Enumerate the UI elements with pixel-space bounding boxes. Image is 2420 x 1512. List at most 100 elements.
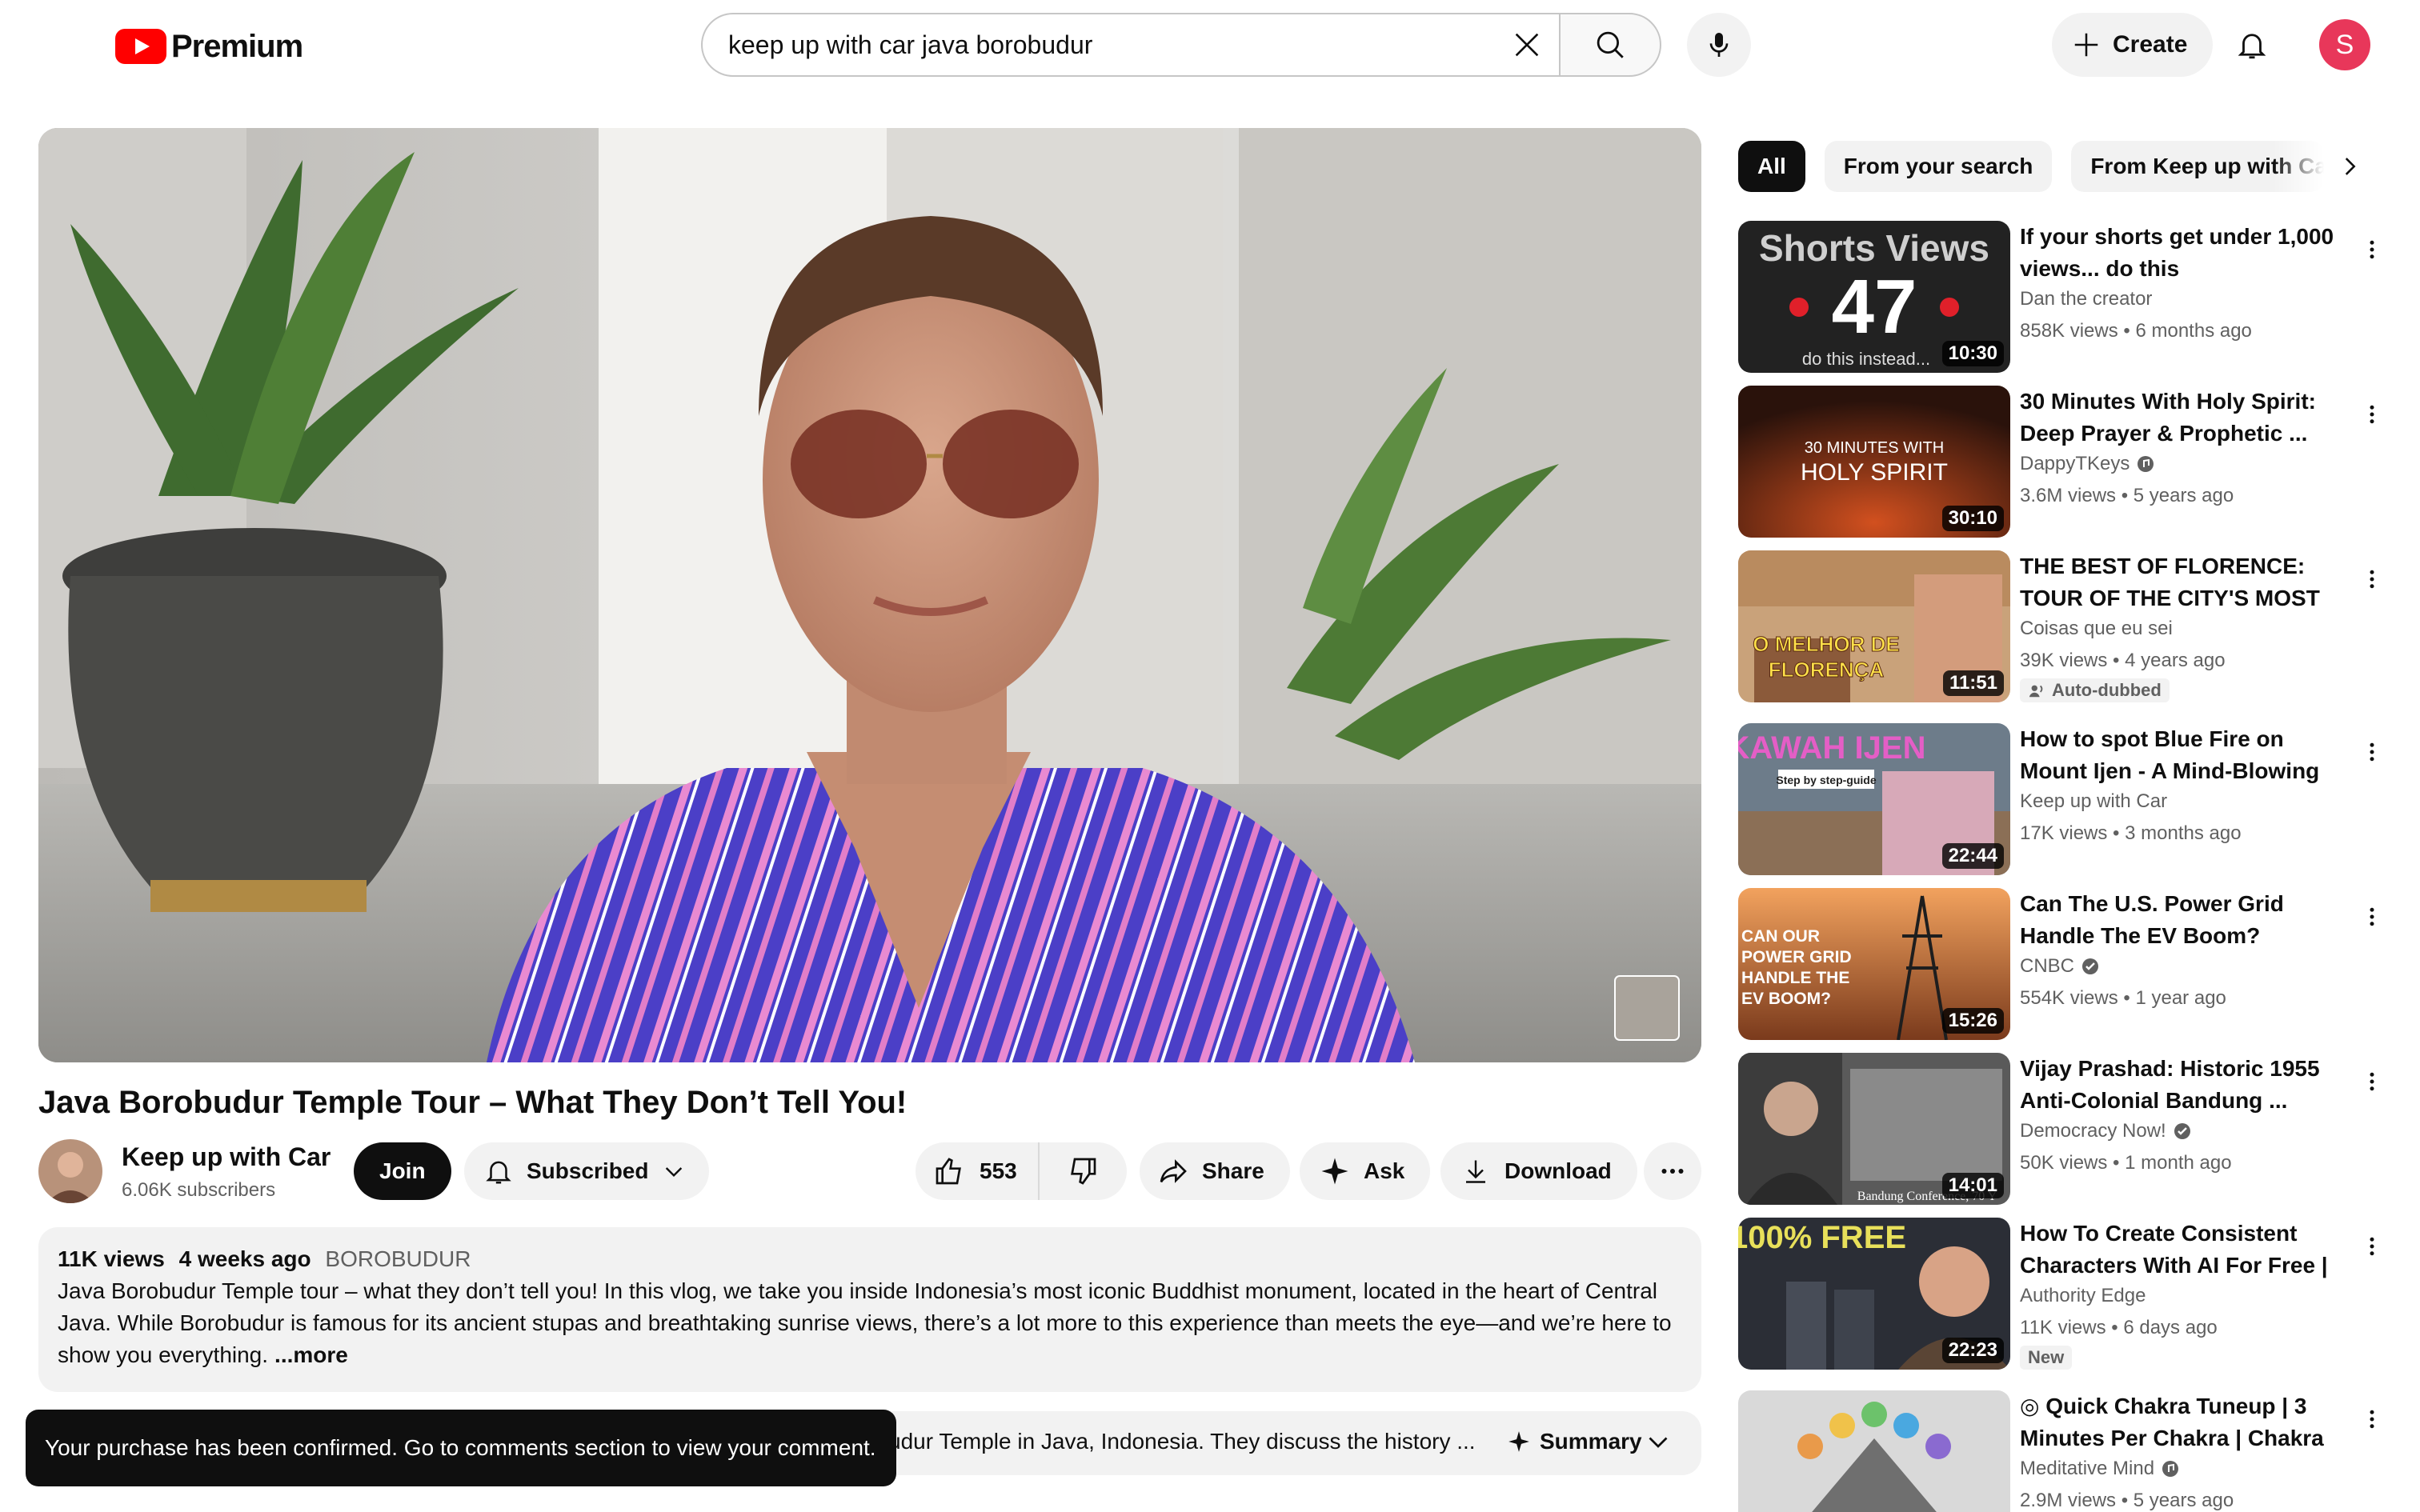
more-vertical-icon <box>2370 240 2374 259</box>
share-button[interactable]: Share <box>1140 1142 1290 1200</box>
notifications-button[interactable] <box>2220 13 2284 77</box>
youtube-play-icon <box>115 29 166 64</box>
channel-name[interactable]: Keep up with Car <box>2020 790 2167 813</box>
video-title[interactable]: How To Create Consistent Characters With… <box>2020 1218 2340 1282</box>
search-input[interactable] <box>728 30 1495 60</box>
recommendation-item[interactable]: ◎ Quick Chakra Tuneup | 3 Minutes Per Ch… <box>1738 1390 2378 1512</box>
more-options-button[interactable] <box>2356 1224 2388 1269</box>
more-actions-button[interactable] <box>1644 1142 1701 1200</box>
bell-icon <box>2238 34 2266 59</box>
ask-button[interactable]: Ask <box>1300 1142 1431 1200</box>
duration-badge: 15:26 <box>1941 1008 2004 1034</box>
more-options-button[interactable] <box>2356 392 2388 437</box>
more-vertical-icon <box>2370 1410 2374 1429</box>
more-vertical-icon <box>2370 907 2374 926</box>
create-label: Create <box>2113 31 2188 58</box>
channel-name[interactable]: Meditative Mind <box>2020 1458 2180 1480</box>
channel-name[interactable]: Authority Edge <box>2020 1285 2146 1307</box>
svg-text:O MELHOR DE: O MELHOR DE <box>1753 632 1899 656</box>
like-dislike-group: 553 <box>916 1142 1127 1200</box>
masthead: Premium Create S <box>0 0 2420 90</box>
video-title[interactable]: Can The U.S. Power Grid Handle The EV Bo… <box>2020 888 2340 952</box>
video-thumbnail[interactable]: Bandung Conference, 70 Y 14:01 <box>1738 1053 2010 1205</box>
join-button[interactable]: Join <box>354 1142 451 1200</box>
video-thumbnail[interactable]: O MELHOR DE FLORENÇA 11:51 <box>1738 550 2010 702</box>
search-button[interactable] <box>1559 13 1661 77</box>
dislike-button[interactable] <box>1040 1142 1127 1200</box>
video-meta: 11K views • 6 days ago <box>2020 1317 2218 1338</box>
channel-name[interactable]: CNBC <box>2020 955 2100 978</box>
description-text: Java Borobudur Temple tour – what they d… <box>58 1275 1690 1371</box>
video-title[interactable]: How to spot Blue Fire on Mount Ijen - A … <box>2020 723 2340 787</box>
show-more-link[interactable]: ...more <box>274 1342 348 1367</box>
video-thumbnail[interactable] <box>1738 1390 2010 1512</box>
toast-notification: Your purchase has been confirmed. Go to … <box>26 1410 896 1486</box>
more-vertical-icon <box>2370 405 2374 424</box>
sparkle-icon <box>1508 1431 1529 1452</box>
thumbs-up-icon <box>936 1158 961 1185</box>
recommendation-item[interactable]: CAN OUR POWER GRID HANDLE THE EV BOOM? 1… <box>1738 888 2378 1045</box>
svg-text:do this instead...: do this instead... <box>1802 349 1930 369</box>
chip-all[interactable]: All <box>1738 141 1805 192</box>
video-meta: 3.6M views • 5 years ago <box>2020 485 2234 506</box>
description-box[interactable]: 11K views 4 weeks ago BOROBUDUR Java Bor… <box>38 1227 1701 1392</box>
more-vertical-icon <box>2370 1072 2374 1091</box>
channel-avatar[interactable] <box>38 1139 102 1203</box>
channel-name[interactable]: Dan the creator <box>2020 288 2152 310</box>
create-button[interactable]: Create <box>2052 13 2214 77</box>
video-title[interactable]: If your shorts get under 1,000 views... … <box>2020 221 2340 285</box>
video-title[interactable]: THE BEST OF FLORENCE: TOUR OF THE CITY'S… <box>2020 550 2340 614</box>
more-vertical-icon <box>2370 570 2374 589</box>
video-thumbnail[interactable]: 30 MINUTES WITH HOLY SPIRIT 30:10 <box>1738 386 2010 538</box>
summary-text: udur Temple in Java, Indonesia. They dis… <box>888 1429 1476 1454</box>
clear-search-button[interactable] <box>1495 14 1559 75</box>
more-options-button[interactable] <box>2356 557 2388 602</box>
video-thumbnail[interactable]: KAWAH IJEN Step by step-guide 22:44 <box>1738 723 2010 875</box>
plus-icon <box>2074 33 2098 57</box>
voice-search-button[interactable] <box>1687 13 1751 77</box>
recommendation-item[interactable]: 100% FREE 22:23 How To Create Consistent… <box>1738 1218 2378 1374</box>
recommendation-item[interactable]: 30 MINUTES WITH HOLY SPIRIT 30:10 30 Min… <box>1738 386 2378 542</box>
more-options-button[interactable] <box>2356 1059 2388 1104</box>
video-title[interactable]: Vijay Prashad: Historic 1955 Anti-Coloni… <box>2020 1053 2340 1117</box>
filter-chips: All From your search From Keep up with C… <box>1738 141 2325 192</box>
download-button[interactable]: Download <box>1440 1142 1637 1200</box>
recommendation-item[interactable]: O MELHOR DE FLORENÇA 11:51 THE BEST OF F… <box>1738 550 2378 707</box>
chips-next-button[interactable] <box>2324 141 2375 192</box>
chip-from-channel[interactable]: From Keep up with Car <box>2071 141 2325 192</box>
recommendation-item[interactable]: KAWAH IJEN Step by step-guide 22:44 How … <box>1738 723 2378 880</box>
channel-name[interactable]: DappyTKeys <box>2020 453 2155 475</box>
video-thumbnail[interactable]: CAN OUR POWER GRID HANDLE THE EV BOOM? 1… <box>1738 888 2010 1040</box>
channel-name[interactable]: Democracy Now! <box>2020 1120 2192 1142</box>
video-meta: 2.9M views • 5 years ago <box>2020 1490 2234 1511</box>
channel-avatar-image <box>38 1139 102 1203</box>
summary-button[interactable]: Summary <box>1508 1429 1642 1454</box>
youtube-premium-logo[interactable]: Premium <box>115 27 303 66</box>
recommendation-item[interactable]: Bandung Conference, 70 Y 14:01 Vijay Pra… <box>1738 1053 2378 1210</box>
video-player[interactable] <box>38 128 1701 1062</box>
recommendation-item[interactable]: Shorts Views 47 do this instead... 10:30… <box>1738 221 2378 378</box>
video-title: Java Borobudur Temple Tour – What They D… <box>38 1085 908 1120</box>
video-thumbnail[interactable]: 100% FREE 22:23 <box>1738 1218 2010 1370</box>
search-bar <box>701 13 1661 77</box>
more-options-button[interactable] <box>2356 730 2388 774</box>
more-vertical-icon <box>2370 1237 2374 1256</box>
channel-name[interactable]: Keep up with Car <box>122 1142 331 1172</box>
like-button[interactable]: 553 <box>916 1142 1040 1200</box>
more-options-button[interactable] <box>2356 1397 2388 1442</box>
video-title[interactable]: ◎ Quick Chakra Tuneup | 3 Minutes Per Ch… <box>2020 1390 2340 1454</box>
video-title[interactable]: 30 Minutes With Holy Spirit: Deep Prayer… <box>2020 386 2340 450</box>
location-tag[interactable]: BOROBUDUR <box>325 1246 471 1271</box>
summary-label: Summary <box>1540 1429 1642 1454</box>
account-avatar[interactable]: S <box>2319 19 2370 70</box>
subscribed-button[interactable]: Subscribed <box>464 1142 710 1200</box>
expand-summary-button[interactable] <box>1644 1427 1673 1460</box>
video-thumbnail[interactable]: Shorts Views 47 do this instead... 10:30 <box>1738 221 2010 373</box>
voice-dub-icon <box>2029 685 2043 698</box>
svg-text:47: 47 <box>1832 264 1917 350</box>
more-options-button[interactable] <box>2356 227 2388 272</box>
more-options-button[interactable] <box>2356 894 2388 939</box>
toast-message: Your purchase has been confirmed. Go to … <box>45 1435 876 1460</box>
channel-name[interactable]: Coisas que eu sei <box>2020 618 2173 640</box>
chip-from-your-search[interactable]: From your search <box>1824 141 2053 192</box>
